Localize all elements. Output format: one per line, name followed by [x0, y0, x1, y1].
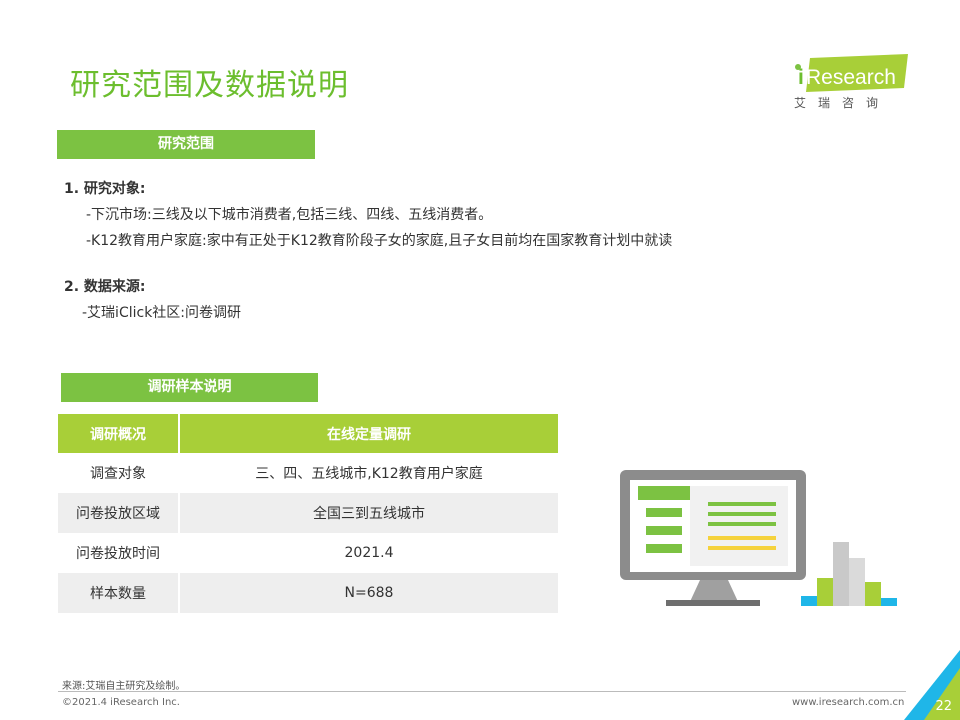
- table-cell-value: N=688: [179, 573, 558, 613]
- website-link[interactable]: www.iresearch.com.cn: [792, 697, 904, 708]
- table-row: 问卷投放区域 全国三到五线城市: [58, 493, 558, 533]
- scope-item1-line: -K12教育用户家庭:家中有正处于K12教育阶段子女的家庭,且子女目前均在国家教…: [86, 233, 673, 249]
- bar-chart-icon: [801, 542, 897, 606]
- monitor-chart-illustration: [620, 470, 897, 606]
- svg-text:i: i: [798, 66, 804, 89]
- table-header-row: 调研概况 在线定量调研: [58, 414, 558, 453]
- page-title: 研究范围及数据说明: [70, 68, 349, 103]
- table-row: 问卷投放时间 2021.4: [58, 533, 558, 573]
- scope-content: 1. 研究对象: -下沉市场:三线及以下城市消费者,包括三线、四线、五线消费者。…: [64, 178, 672, 322]
- logo-chinese-name: 艾瑞咨询: [794, 96, 891, 110]
- table-header-cell: 调研概况: [58, 414, 180, 453]
- table-cell-label: 问卷投放区域: [58, 493, 180, 533]
- table-cell-value: 2021.4: [344, 545, 394, 561]
- source-note: 来源:艾瑞自主研究及绘制。: [62, 681, 186, 692]
- copyright: ©2021.4 iResearch Inc.: [62, 697, 180, 708]
- scope-item1-line: -下沉市场:三线及以下城市消费者,包括三线、四线、五线消费者。: [86, 207, 493, 223]
- svg-text:Research: Research: [806, 66, 896, 89]
- scope-item2-line: -艾瑞iClick社区:问卷调研: [82, 305, 242, 321]
- table-cell-value: 三、四、五线城市,K12教育用户家庭: [255, 466, 483, 482]
- scope-item2-heading: 2. 数据来源:: [64, 279, 146, 295]
- table-row: 样本数量 N=688: [58, 573, 558, 613]
- table-header-cell: 在线定量调研: [179, 414, 558, 453]
- monitor-icon: [620, 470, 806, 606]
- scope-section-label: 研究范围: [57, 130, 315, 159]
- table-cell-value: 全国三到五线城市: [179, 493, 558, 533]
- table-row: 调查对象 三、四、五线城市,K12教育用户家庭: [58, 453, 558, 493]
- page-number: 22: [935, 699, 952, 714]
- footer-divider: [58, 691, 906, 692]
- scope-item1-heading: 1. 研究对象:: [64, 181, 146, 197]
- iresearch-logo-icon: i Research: [795, 54, 908, 92]
- sample-section-label: 调研样本说明: [61, 373, 318, 402]
- iresearch-logo: i Research 艾瑞咨询: [792, 54, 912, 112]
- table-cell-label: 调查对象: [58, 453, 180, 493]
- table-cell-label: 问卷投放时间: [58, 533, 180, 573]
- table-cell-label: 样本数量: [58, 573, 180, 613]
- sample-table: 调研概况 在线定量调研 调查对象 三、四、五线城市,K12教育用户家庭 问卷投放…: [58, 414, 558, 613]
